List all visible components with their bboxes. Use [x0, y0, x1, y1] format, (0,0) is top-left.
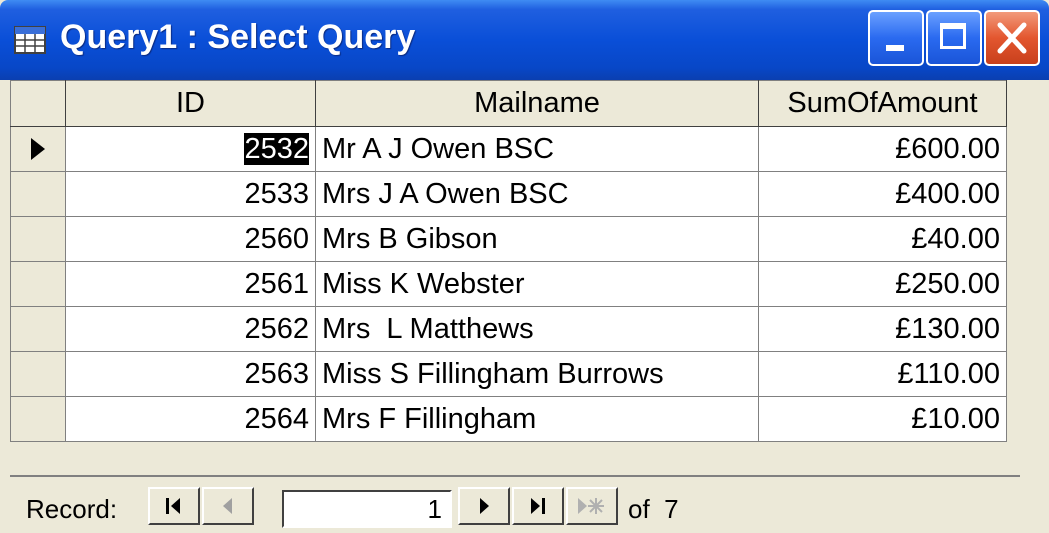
cell-sumofamount[interactable]: £10.00	[758, 396, 1007, 442]
cell-id[interactable]: 2562	[65, 306, 316, 352]
record-selector[interactable]	[10, 351, 66, 397]
cell-sumofamount[interactable]: £600.00	[758, 126, 1007, 172]
table-row: 2562 Mrs L Matthews £130.00	[10, 306, 1007, 352]
record-count: of 7	[628, 494, 679, 524]
cell-id[interactable]: 2561	[65, 261, 316, 307]
record-selector[interactable]	[10, 396, 66, 442]
cell-mailname[interactable]: Mrs J A Owen BSC	[315, 171, 759, 217]
new-record-button[interactable]	[566, 487, 618, 525]
table-row: 2561 Miss K Webster £250.00	[10, 261, 1007, 307]
column-header-mailname[interactable]: Mailname	[315, 80, 759, 127]
record-selector[interactable]	[10, 261, 66, 307]
cell-mailname[interactable]: Miss K Webster	[315, 261, 759, 307]
table-row: 2563 Miss S Fillingham Burrows £110.00	[10, 351, 1007, 397]
cell-id[interactable]: 2533	[65, 171, 316, 217]
current-record-pointer-icon	[31, 138, 45, 160]
selected-cell-text: 2532	[244, 132, 309, 165]
table-row: 2564 Mrs F Fillingham £10.00	[10, 396, 1007, 442]
column-header-sumofamount[interactable]: SumOfAmount	[758, 80, 1007, 127]
table-row: 2532 Mr A J Owen BSC £600.00	[10, 126, 1007, 172]
first-record-button[interactable]	[148, 487, 200, 525]
cell-sumofamount[interactable]: £40.00	[758, 216, 1007, 262]
title-bar[interactable]: Query1 : Select Query	[0, 0, 1049, 80]
cell-sumofamount[interactable]: £400.00	[758, 171, 1007, 217]
next-record-button[interactable]	[458, 487, 510, 525]
cell-mailname[interactable]: Mrs L Matthews	[315, 306, 759, 352]
record-selector[interactable]	[10, 126, 66, 172]
table-row: 2560 Mrs B Gibson £40.00	[10, 216, 1007, 262]
cell-sumofamount[interactable]: £110.00	[758, 351, 1007, 397]
next-record-icon	[480, 498, 489, 514]
cell-id[interactable]: 2564	[65, 396, 316, 442]
minimize-icon	[886, 45, 904, 51]
record-selector[interactable]	[10, 171, 66, 217]
datasheet: ID Mailname SumOfAmount 2532 Mr A J Owen…	[10, 80, 1040, 480]
cell-sumofamount[interactable]: £250.00	[758, 261, 1007, 307]
new-record-icon	[578, 498, 604, 514]
maximize-icon	[940, 23, 966, 49]
cell-mailname[interactable]: Miss S Fillingham Burrows	[315, 351, 759, 397]
record-selector[interactable]	[10, 216, 66, 262]
record-selector[interactable]	[10, 306, 66, 352]
previous-record-button[interactable]	[202, 487, 254, 525]
cell-sumofamount[interactable]: £130.00	[758, 306, 1007, 352]
cell-id[interactable]: 2560	[65, 216, 316, 262]
header-row: ID Mailname SumOfAmount	[10, 80, 1007, 127]
close-button[interactable]	[984, 10, 1040, 66]
cell-mailname[interactable]: Mr A J Owen BSC	[315, 126, 759, 172]
maximize-button[interactable]	[926, 10, 982, 66]
last-record-icon	[531, 498, 545, 514]
cell-id[interactable]: 2563	[65, 351, 316, 397]
record-label: Record:	[26, 494, 118, 524]
cell-mailname[interactable]: Mrs B Gibson	[315, 216, 759, 262]
cell-id[interactable]: 2532	[65, 126, 316, 172]
first-record-icon	[166, 498, 180, 514]
window-title: Query1 : Select Query	[60, 18, 416, 56]
cell-mailname[interactable]: Mrs F Fillingham	[315, 396, 759, 442]
select-all-corner[interactable]	[10, 80, 66, 127]
table-row: 2533 Mrs J A Owen BSC £400.00	[10, 171, 1007, 217]
record-number-input[interactable]: 1	[282, 490, 452, 528]
last-record-button[interactable]	[512, 487, 564, 525]
record-navigation-bar: Record: 1 of 7	[10, 480, 1040, 533]
grid-divider	[10, 475, 1020, 477]
minimize-button[interactable]	[868, 10, 924, 66]
previous-record-icon	[223, 498, 232, 514]
column-header-id[interactable]: ID	[65, 80, 316, 127]
close-icon	[997, 22, 1027, 54]
query-results-table: ID Mailname SumOfAmount 2532 Mr A J Owen…	[10, 80, 1007, 442]
datasheet-icon	[14, 26, 46, 54]
query-window: Query1 : Select Query ID Mailname SumOfA…	[0, 0, 1049, 533]
